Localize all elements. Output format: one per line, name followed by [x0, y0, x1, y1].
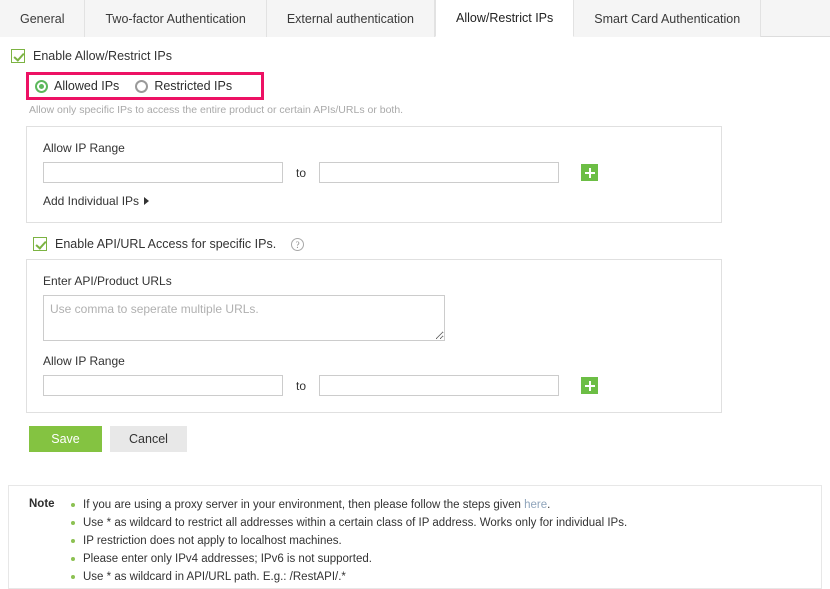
note-box: Note If you are using a proxy server in … — [8, 485, 822, 589]
note-item-text-after: . — [547, 499, 550, 511]
enable-allow-restrict-ips-label: Enable Allow/Restrict IPs — [33, 49, 172, 63]
note-here-link[interactable]: here — [524, 499, 547, 511]
allow-ip-range-row: to — [43, 162, 721, 183]
add-ip-range-plus-icon[interactable] — [581, 164, 598, 181]
save-button[interactable]: Save — [29, 426, 102, 452]
add-individual-ips-label: Add Individual IPs — [43, 194, 139, 208]
api-allow-ip-range-to-input[interactable] — [319, 375, 559, 396]
add-individual-ips-toggle[interactable]: Add Individual IPs — [43, 194, 149, 208]
note-title: Note — [29, 496, 69, 586]
api-url-access-panel: Enter API/Product URLs Allow IP Range to — [26, 259, 722, 413]
api-allow-ip-range-label: Allow IP Range — [43, 354, 721, 368]
allow-ip-range-panel: Allow IP Range to Add Individual IPs — [26, 126, 722, 223]
radio-restricted-ips-label: Restricted IPs — [154, 79, 232, 93]
enable-allow-restrict-ips-row: Enable Allow/Restrict IPs — [0, 37, 830, 63]
tab-smart-card-authentication[interactable]: Smart Card Authentication — [574, 0, 761, 37]
enter-api-product-urls-label: Enter API/Product URLs — [43, 274, 721, 288]
settings-tab-bar: General Two-factor Authentication Extern… — [0, 0, 830, 37]
radio-restricted-ips-indicator[interactable] — [135, 80, 148, 93]
ip-mode-hint-text: Allow only specific IPs to access the en… — [29, 104, 830, 116]
question-circle-icon[interactable]: ? — [291, 238, 304, 251]
tab-allow-restrict-ips[interactable]: Allow/Restrict IPs — [435, 0, 574, 37]
radio-allowed-ips-indicator[interactable] — [35, 80, 48, 93]
allow-ip-range-to-label: to — [296, 166, 306, 180]
note-item: If you are using a proxy server in your … — [69, 496, 627, 514]
tab-general[interactable]: General — [0, 0, 85, 37]
api-add-ip-range-plus-icon[interactable] — [581, 377, 598, 394]
note-list: If you are using a proxy server in your … — [69, 496, 627, 586]
allow-ip-range-label: Allow IP Range — [43, 141, 721, 155]
allow-ip-range-to-input[interactable] — [319, 162, 559, 183]
note-item: Please enter only IPv4 addresses; IPv6 i… — [69, 550, 627, 568]
note-item-text: Use * as wildcard in API/URL path. E.g.:… — [83, 571, 346, 583]
api-allow-ip-range-from-input[interactable] — [43, 375, 283, 396]
note-item: Use * as wildcard to restrict all addres… — [69, 514, 627, 532]
enable-api-url-access-checkbox[interactable] — [33, 237, 47, 251]
tab-external-authentication-label: External authentication — [287, 12, 414, 26]
allow-ip-range-from-input[interactable] — [43, 162, 283, 183]
tab-allow-restrict-ips-label: Allow/Restrict IPs — [456, 11, 553, 25]
enable-api-url-access-row: Enable API/URL Access for specific IPs. … — [33, 237, 830, 251]
note-item: Use * as wildcard in API/URL path. E.g.:… — [69, 568, 627, 586]
form-action-buttons: Save Cancel — [29, 426, 830, 452]
note-item-text: If you are using a proxy server in your … — [83, 499, 524, 511]
radio-restricted-ips[interactable]: Restricted IPs — [135, 79, 232, 93]
tab-two-factor-authentication-label: Two-factor Authentication — [105, 12, 245, 26]
cancel-button[interactable]: Cancel — [110, 426, 187, 452]
api-allow-ip-range-to-label: to — [296, 379, 306, 393]
chevron-right-icon — [144, 197, 149, 205]
radio-allowed-ips-label: Allowed IPs — [54, 79, 119, 93]
note-item: IP restriction does not apply to localho… — [69, 532, 627, 550]
note-item-text: IP restriction does not apply to localho… — [83, 535, 342, 547]
enable-allow-restrict-ips-checkbox[interactable] — [11, 49, 25, 63]
ip-mode-radio-group-highlight: Allowed IPs Restricted IPs — [26, 72, 264, 100]
api-allow-ip-range-row: to — [43, 375, 721, 396]
tab-general-label: General — [20, 12, 64, 26]
note-item-text: Please enter only IPv4 addresses; IPv6 i… — [83, 553, 372, 565]
note-item-text: Use * as wildcard to restrict all addres… — [83, 517, 627, 529]
tab-smart-card-authentication-label: Smart Card Authentication — [594, 12, 740, 26]
radio-allowed-ips[interactable]: Allowed IPs — [35, 79, 119, 93]
enable-api-url-access-label: Enable API/URL Access for specific IPs. — [55, 237, 276, 251]
tab-external-authentication[interactable]: External authentication — [267, 0, 435, 37]
tab-two-factor-authentication[interactable]: Two-factor Authentication — [85, 0, 266, 37]
allow-restrict-ips-panel: Enable Allow/Restrict IPs Allowed IPs Re… — [0, 37, 830, 452]
api-product-urls-textarea[interactable] — [43, 295, 445, 341]
